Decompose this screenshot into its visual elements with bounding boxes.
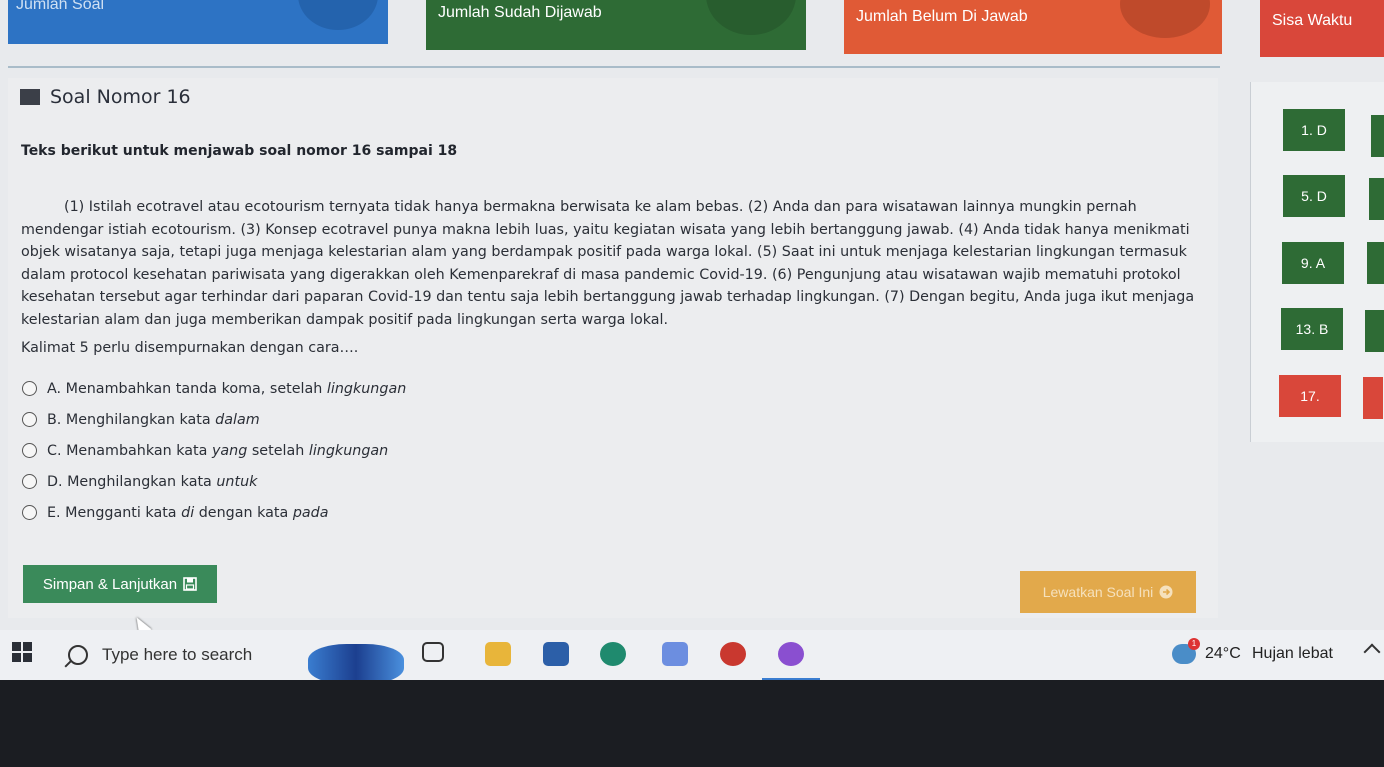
option-label: C. Menambahkan kata yang setelah lingkun… — [47, 442, 389, 459]
option-label: D. Menghilangkan kata untuk — [47, 473, 258, 490]
stat-circle — [1120, 0, 1210, 38]
answer-grid-panel: 1. D 5. D 9. A 13. B 17. — [1250, 82, 1384, 442]
question-header: Soal Nomor 16 — [20, 86, 191, 108]
edge-browser-icon[interactable] — [600, 642, 626, 666]
answer-nav-item[interactable]: 5. D — [1283, 175, 1345, 217]
answer-nav-item-partial[interactable] — [1365, 310, 1384, 352]
answer-nav-item-current[interactable]: 17. — [1279, 375, 1341, 417]
answer-nav-item[interactable]: 1. D — [1283, 109, 1345, 151]
windows-start-icon[interactable] — [12, 642, 32, 662]
stat-label-time: Sisa Waktu — [1272, 12, 1353, 29]
search-placeholder: Type here to search — [102, 645, 253, 664]
search-highlight-image — [308, 644, 404, 680]
question-panel: Soal Nomor 16 Teks berikut untuk menjawa… — [8, 78, 1218, 618]
option-e[interactable]: E. Mengganti kata di dengan kata pada — [22, 497, 406, 528]
option-label: E. Mengganti kata di dengan kata pada — [47, 504, 329, 521]
stat-card-total: Jumlah Soal — [8, 0, 388, 44]
stat-label-unanswered: Jumlah Belum Di Jawab — [856, 8, 1028, 25]
question-icon — [20, 89, 40, 105]
stat-label-answered: Jumlah Sudah Dijawab — [438, 4, 602, 21]
taskbar: Type here to search 24°C Hujan lebat — [0, 630, 1384, 680]
passage-title: Teks berikut untuk menjawab soal nomor 1… — [21, 143, 458, 159]
stat-circle — [706, 0, 796, 35]
exam-screen: Jumlah Soal Jumlah Sudah Dijawab Jumlah … — [0, 0, 1384, 680]
skip-question-button[interactable]: Lewatkan Soal Ini — [1020, 571, 1196, 613]
question-prompt: Kalimat 5 perlu disempurnakan dengan car… — [21, 340, 359, 356]
answer-nav-label: 17. — [1300, 388, 1320, 404]
radio-icon[interactable] — [22, 412, 37, 427]
answer-nav-item-partial[interactable] — [1371, 115, 1384, 157]
answer-options: A. Menambahkan tanda koma, setelah lingk… — [22, 373, 406, 528]
radio-icon[interactable] — [22, 443, 37, 458]
question-title: Soal Nomor 16 — [50, 86, 191, 108]
option-label: A. Menambahkan tanda koma, setelah lingk… — [47, 380, 407, 397]
taskbar-search[interactable]: Type here to search — [60, 638, 405, 680]
stat-circle — [298, 0, 378, 30]
app-icon-red[interactable] — [720, 642, 746, 666]
option-d[interactable]: D. Menghilangkan kata untuk — [22, 466, 406, 497]
arrow-right-circle-icon — [1159, 585, 1173, 599]
option-label: B. Menghilangkan kata dalam — [47, 411, 260, 428]
radio-icon[interactable] — [22, 381, 37, 396]
weather-text: Hujan lebat — [1252, 645, 1333, 662]
answer-nav-label: 9. A — [1300, 255, 1326, 271]
skip-label: Lewatkan Soal Ini — [1042, 584, 1154, 600]
answer-nav-label: 1. D — [1301, 122, 1327, 138]
divider — [8, 66, 1220, 68]
answer-nav-item-partial[interactable] — [1369, 178, 1384, 220]
stat-label-total: Jumlah Soal — [16, 0, 105, 13]
stat-card-answered: Jumlah Sudah Dijawab — [426, 0, 806, 50]
radio-icon[interactable] — [22, 474, 37, 489]
stat-card-unanswered: Jumlah Belum Di Jawab — [844, 0, 1222, 54]
weather-icon[interactable] — [1172, 638, 1200, 664]
answer-nav-item[interactable]: 13. B — [1281, 308, 1343, 350]
mail-icon[interactable] — [543, 642, 569, 666]
file-explorer-icon[interactable] — [485, 642, 511, 666]
passage-text: (1) Istilah ecotravel atau ecotourism te… — [21, 199, 1195, 328]
save-label: Simpan & Lanjutkan — [42, 575, 178, 593]
active-app-indicator — [762, 678, 820, 680]
option-a[interactable]: A. Menambahkan tanda koma, setelah lingk… — [22, 373, 406, 404]
search-icon — [68, 645, 88, 665]
chevron-up-icon[interactable] — [1363, 643, 1381, 661]
browser-icon[interactable] — [778, 642, 804, 666]
stat-card-time: Sisa Waktu — [1260, 0, 1384, 57]
task-view-icon[interactable] — [422, 642, 444, 662]
option-c[interactable]: C. Menambahkan kata yang setelah lingkun… — [22, 435, 406, 466]
radio-icon[interactable] — [22, 505, 37, 520]
answer-nav-item-partial[interactable] — [1367, 242, 1384, 284]
copilot-icon[interactable] — [662, 642, 688, 666]
answer-nav-item-partial[interactable] — [1363, 377, 1383, 419]
answer-nav-label: 13. B — [1295, 321, 1329, 337]
answer-nav-item[interactable]: 9. A — [1282, 242, 1344, 284]
option-b[interactable]: B. Menghilangkan kata dalam — [22, 404, 406, 435]
save-next-button[interactable]: Simpan & Lanjutkan — [23, 565, 217, 603]
temperature: 24°C — [1205, 645, 1241, 662]
answer-nav-label: 5. D — [1301, 188, 1327, 204]
floppy-icon — [183, 577, 197, 591]
